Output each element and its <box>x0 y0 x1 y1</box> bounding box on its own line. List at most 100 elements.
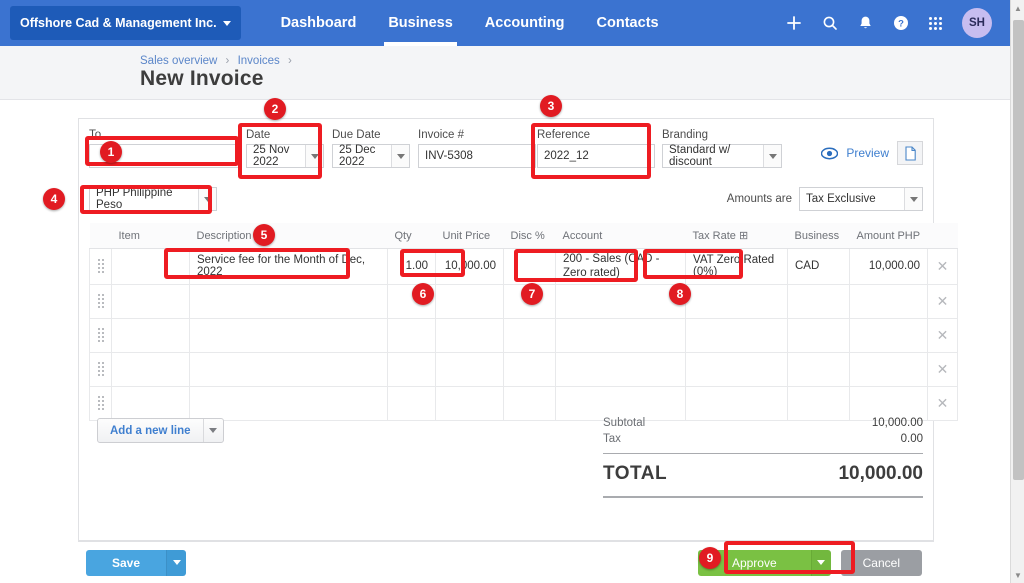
approve-button[interactable]: Approve <box>697 549 811 576</box>
cell-unit-price[interactable]: 10,000.00 <box>435 248 504 285</box>
amounts-are-select[interactable]: Tax Exclusive <box>799 187 923 211</box>
nav-item-contacts[interactable]: Contacts <box>581 0 675 46</box>
cell-delete[interactable]: ✕ <box>927 386 958 421</box>
cell-amount[interactable] <box>849 318 928 353</box>
cell-item[interactable] <box>111 386 190 421</box>
cell-description[interactable] <box>189 352 388 387</box>
plus-icon[interactable] <box>786 15 802 31</box>
nav-item-accounting[interactable]: Accounting <box>469 0 581 46</box>
save-dropdown-chevron-down-icon[interactable] <box>166 549 187 576</box>
preview-link[interactable]: Preview <box>846 146 889 160</box>
chevron-down-icon[interactable] <box>305 145 323 167</box>
organisation-switcher[interactable]: Offshore Cad & Management Inc. <box>10 6 241 40</box>
cell-delete[interactable]: ✕ <box>927 248 958 285</box>
close-icon[interactable]: ✕ <box>935 259 950 273</box>
branding-select[interactable]: Standard w/ discount <box>662 144 782 168</box>
copy-document-icon[interactable] <box>897 141 923 165</box>
cell-disc[interactable] <box>503 352 556 387</box>
chevron-down-icon[interactable] <box>391 145 409 167</box>
cell-qty[interactable] <box>387 318 436 353</box>
cell-item[interactable] <box>111 352 190 387</box>
cell-delete[interactable]: ✕ <box>927 318 958 353</box>
cell-business[interactable] <box>787 284 850 319</box>
date-input[interactable]: 25 Nov 2022 <box>246 144 324 168</box>
cell-disc[interactable] <box>503 284 556 319</box>
reference-input[interactable]: 2022_12 <box>537 144 655 168</box>
cell-qty[interactable] <box>387 386 436 421</box>
save-button[interactable]: Save <box>86 549 167 576</box>
close-icon[interactable]: ✕ <box>935 362 950 376</box>
scroll-up-arrow-icon[interactable]: ▲ <box>1011 0 1024 16</box>
cell-business[interactable] <box>787 352 850 387</box>
table-row[interactable]: Service fee for the Month of Dec, 2022 1… <box>89 248 958 285</box>
cell-description[interactable]: Service fee for the Month of Dec, 2022 <box>189 248 388 285</box>
help-icon[interactable]: ? <box>893 15 909 31</box>
scroll-down-arrow-icon[interactable]: ▼ <box>1011 567 1024 583</box>
cell-disc[interactable] <box>503 318 556 353</box>
table-row[interactable]: ✕ <box>89 318 958 353</box>
cell-tax-rate[interactable] <box>685 284 788 319</box>
nav-item-business[interactable]: Business <box>372 0 468 46</box>
cell-disc[interactable] <box>503 386 556 421</box>
cell-account[interactable]: 200 - Sales (CAD - Zero rated) <box>555 248 686 285</box>
cell-amount[interactable] <box>849 284 928 319</box>
bell-icon[interactable] <box>858 15 873 31</box>
eye-icon[interactable] <box>821 147 839 160</box>
chevron-down-icon[interactable] <box>198 188 216 210</box>
table-row[interactable]: ✕ <box>89 284 958 319</box>
currency-select[interactable]: PHP Philippine Peso <box>89 187 217 211</box>
search-icon[interactable] <box>822 15 838 31</box>
breadcrumb-sales-overview[interactable]: Sales overview <box>140 55 217 67</box>
due-date-input[interactable]: 25 Dec 2022 <box>332 144 410 168</box>
to-input[interactable] <box>89 144 241 168</box>
add-new-line-button[interactable]: Add a new line <box>97 418 224 443</box>
cell-tax-rate[interactable] <box>685 352 788 387</box>
cell-unit-price[interactable] <box>435 284 504 319</box>
cell-account[interactable] <box>555 352 686 387</box>
cell-description[interactable] <box>189 284 388 319</box>
cell-unit-price[interactable] <box>435 318 504 353</box>
cell-qty[interactable] <box>387 284 436 319</box>
cell-business[interactable]: CAD <box>787 248 850 285</box>
cell-qty[interactable] <box>387 352 436 387</box>
cell-delete[interactable]: ✕ <box>927 284 958 319</box>
invoice-number-input[interactable]: INV-5308 <box>418 144 536 168</box>
chevron-down-icon[interactable] <box>202 419 223 442</box>
cancel-button[interactable]: Cancel <box>840 549 922 576</box>
row-drag-handle[interactable] <box>89 248 112 285</box>
cell-business[interactable] <box>787 318 850 353</box>
close-icon[interactable]: ✕ <box>935 328 950 342</box>
cell-unit-price[interactable] <box>435 386 504 421</box>
table-row[interactable]: ✕ <box>89 352 958 387</box>
breadcrumb-invoices[interactable]: Invoices <box>238 55 280 67</box>
cell-item[interactable] <box>111 248 190 285</box>
row-drag-handle[interactable] <box>89 386 112 421</box>
approve-dropdown-chevron-down-icon[interactable] <box>810 549 831 576</box>
vertical-scrollbar[interactable]: ▲ ▼ <box>1010 0 1024 583</box>
close-icon[interactable]: ✕ <box>935 294 950 308</box>
cell-tax-rate[interactable]: VAT Zero Rated (0%) <box>685 248 788 285</box>
nav-item-dashboard[interactable]: Dashboard <box>265 0 373 46</box>
cell-item[interactable] <box>111 284 190 319</box>
close-icon[interactable]: ✕ <box>935 396 950 410</box>
row-drag-handle[interactable] <box>89 284 112 319</box>
cell-disc[interactable] <box>503 248 556 285</box>
chevron-down-icon[interactable] <box>904 188 922 210</box>
cell-tax-rate[interactable] <box>685 318 788 353</box>
cell-description[interactable] <box>189 386 388 421</box>
cell-item[interactable] <box>111 318 190 353</box>
cell-qty[interactable]: 1.00 <box>387 248 436 285</box>
cell-account[interactable] <box>555 318 686 353</box>
scrollbar-thumb[interactable] <box>1013 20 1024 480</box>
chevron-down-icon[interactable] <box>763 145 781 167</box>
cell-delete[interactable]: ✕ <box>927 352 958 387</box>
cell-amount[interactable]: 10,000.00 <box>849 248 928 285</box>
row-drag-handle[interactable] <box>89 318 112 353</box>
apps-grid-icon[interactable] <box>929 16 942 30</box>
cell-amount[interactable] <box>849 352 928 387</box>
cell-description[interactable] <box>189 318 388 353</box>
cell-unit-price[interactable] <box>435 352 504 387</box>
avatar[interactable]: SH <box>962 8 992 38</box>
cell-account[interactable] <box>555 284 686 319</box>
row-drag-handle[interactable] <box>89 352 112 387</box>
